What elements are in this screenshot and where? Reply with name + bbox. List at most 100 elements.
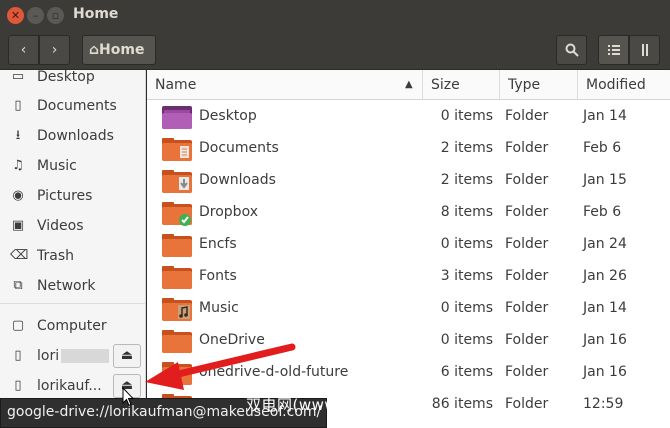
file-modified: Jan 24 <box>583 236 627 252</box>
file-type: Folder <box>505 140 549 156</box>
chevron-left-icon: ‹ <box>20 42 27 58</box>
file-row[interactable]: Fonts 3 items Folder Jan 26 <box>147 260 670 292</box>
forward-button[interactable]: › <box>39 35 70 65</box>
file-name: Dropbox <box>199 204 258 220</box>
file-row[interactable]: Documents 2 items Folder Feb 6 <box>147 132 670 164</box>
sidebar-item-label: Network <box>37 278 96 294</box>
file-name: Desktop <box>199 108 257 124</box>
folder-icon <box>162 330 192 353</box>
camera-icon: ◉ <box>12 188 24 203</box>
sidebar-item-label: Videos <box>37 218 84 234</box>
file-size: 8 items <box>440 204 493 220</box>
file-modified: Jan 14 <box>583 300 627 316</box>
file-type: Folder <box>505 236 549 252</box>
file-size: 0 items <box>440 108 493 124</box>
file-row[interactable]: OneDrive 0 items Folder Jan 16 <box>147 324 670 356</box>
folder-icon <box>162 298 192 321</box>
close-icon[interactable]: ✕ <box>7 7 24 24</box>
file-row[interactable]: Downloads 2 items Folder Jan 15 <box>147 164 670 196</box>
file-row[interactable]: Encfs 0 items Folder Jan 24 <box>147 228 670 260</box>
folder-icon <box>162 266 192 289</box>
sidebar-item-documents[interactable]: ▯ Documents <box>0 93 145 121</box>
column-name[interactable]: Name <box>147 70 423 100</box>
file-name: Documents <box>199 140 279 156</box>
computer-icon: ▢ <box>11 318 25 333</box>
back-button[interactable]: ‹ <box>8 35 39 65</box>
sidebar-item-trash[interactable]: ⌫ Trash <box>0 243 145 271</box>
file-modified: Jan 26 <box>583 268 627 284</box>
sidebar-device-label: lorikauf... <box>37 378 102 394</box>
folder-icon <box>162 234 192 257</box>
file-size: 3 items <box>440 268 493 284</box>
file-list: Name ▲ Size Type Modified Desktop 0 items… <box>147 70 670 428</box>
folder-icon <box>162 362 192 385</box>
file-size: 0 items <box>440 332 493 348</box>
search-button[interactable] <box>556 35 587 65</box>
sidebar-item-label: Pictures <box>37 188 93 204</box>
drive-icon: ▯ <box>14 348 22 363</box>
sidebar-item-label: Downloads <box>37 128 114 144</box>
path-bar-home[interactable]: ⌂Home <box>82 35 156 65</box>
video-icon: ▣ <box>11 218 25 233</box>
chevron-right-icon: › <box>51 42 58 58</box>
sidebar-device-label: lori <box>37 348 60 364</box>
path-label: Home <box>99 42 145 58</box>
trash-icon: ⌫ <box>10 248 29 263</box>
list-view-button[interactable] <box>598 35 629 65</box>
eject-button[interactable]: ⏏ <box>113 344 141 368</box>
file-size: 86 items <box>431 396 493 412</box>
sidebar-item-videos[interactable]: ▣ Videos <box>0 213 145 241</box>
mouse-cursor-icon <box>122 387 134 407</box>
file-type: Folder <box>505 300 549 316</box>
sidebar-item-network[interactable]: ⧉ Network <box>0 273 145 301</box>
sidebar: ▭ Desktop ▯ Documents ⭳ Downloads ♫ Music ◉ Pictu… <box>0 70 146 428</box>
file-name: Fonts <box>199 268 237 284</box>
file-size: 2 items <box>440 140 493 156</box>
maximize-icon[interactable]: ▫ <box>47 7 64 24</box>
file-type: Folder <box>505 396 549 412</box>
file-modified: Jan 16 <box>583 364 627 380</box>
file-name: onedrive-d-old-future <box>199 364 349 380</box>
sidebar-item-downloads[interactable]: ⭳ Downloads <box>0 123 145 151</box>
sidebar-item-pictures[interactable]: ◉ Pictures <box>0 183 145 211</box>
column-size[interactable]: Size <box>423 70 500 100</box>
file-name: Music <box>199 300 239 316</box>
file-type: Folder <box>505 332 549 348</box>
sidebar-item-music[interactable]: ♫ Music <box>0 153 145 181</box>
music-icon: ♫ <box>12 158 24 173</box>
sidebar-device-0[interactable]: ▢ Computer <box>0 313 145 341</box>
network-icon: ⧉ <box>13 278 23 293</box>
desktop-icon: ▭ <box>11 70 25 84</box>
sidebar-item-desktop[interactable]: ▭ Desktop <box>0 70 145 92</box>
file-row[interactable]: onedrive-d-old-future 6 items Folder Jan 16 <box>147 356 670 388</box>
sidebar-item-label: Desktop <box>37 70 95 85</box>
file-size: 6 items <box>440 364 493 380</box>
view-menu-button[interactable] <box>629 35 660 65</box>
document-icon: ▯ <box>14 98 22 113</box>
folder-icon <box>162 106 192 129</box>
folder-icon <box>162 202 192 226</box>
sidebar-item-label: Music <box>37 158 77 174</box>
file-row[interactable]: Dropbox 8 items Folder Feb 6 <box>147 196 670 228</box>
file-row[interactable]: Music 0 items Folder Jan 14 <box>147 292 670 324</box>
grid-icon <box>641 44 648 56</box>
sidebar-item-label: Documents <box>37 98 117 114</box>
file-name: OneDrive <box>199 332 265 348</box>
list-view-icon <box>607 45 620 55</box>
file-type: Folder <box>505 172 549 188</box>
column-type[interactable]: Type <box>500 70 578 100</box>
file-modified: Jan 16 <box>583 332 627 348</box>
minimize-icon[interactable]: – <box>27 7 44 24</box>
search-icon <box>565 43 579 57</box>
file-modified: Feb 6 <box>583 140 622 156</box>
sort-ascending-icon: ▲ <box>405 79 413 90</box>
file-modified: Jan 15 <box>583 172 627 188</box>
download-icon: ⭳ <box>15 128 21 143</box>
file-modified: Jan 14 <box>583 108 627 124</box>
watermark: 双电网(www.pcpc.me) <box>246 396 416 414</box>
file-size: 0 items <box>440 236 493 252</box>
drive-icon: ▯ <box>14 378 22 393</box>
file-row[interactable]: Desktop 0 items Folder Jan 14 <box>147 100 670 132</box>
eject-icon: ⏏ <box>120 348 134 363</box>
column-modified[interactable]: Modified <box>578 70 670 100</box>
